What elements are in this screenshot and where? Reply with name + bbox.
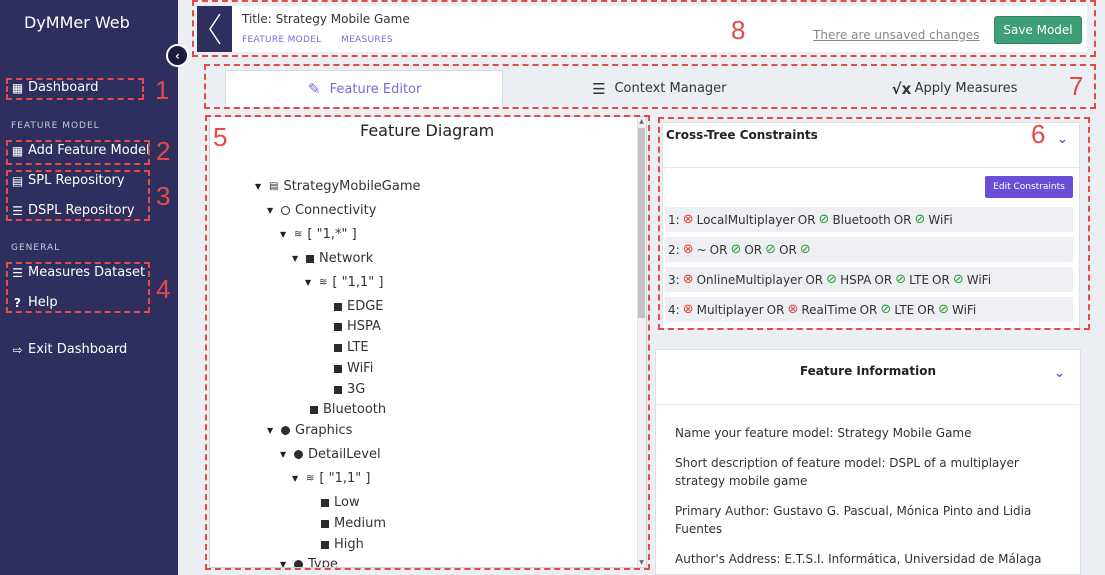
annotation-box bbox=[204, 64, 1096, 109]
annotation-box bbox=[6, 140, 150, 165]
feature-information-title: Feature Information bbox=[799, 364, 937, 378]
divider bbox=[656, 404, 1080, 405]
annotation-number: 4 bbox=[156, 274, 171, 304]
section-general: GENERAL bbox=[11, 243, 61, 253]
annotation-box bbox=[192, 0, 1096, 57]
annotation-number: 5 bbox=[213, 122, 228, 152]
chevron-down-icon[interactable]: ⌄ bbox=[1054, 366, 1065, 381]
annotation-number: 6 bbox=[1031, 119, 1046, 149]
sidebar-collapse-button[interactable]: ‹ bbox=[166, 44, 189, 67]
app-brand[interactable]: DyMMer Web bbox=[24, 13, 130, 32]
annotation-box bbox=[6, 78, 144, 100]
info-name: Name your feature model: Strategy Mobile… bbox=[675, 426, 972, 440]
annotation-box bbox=[6, 262, 150, 313]
annotation-number: 8 bbox=[731, 15, 746, 45]
info-author: Primary Author: Gustavo G. Pascual, Móni… bbox=[675, 504, 1032, 536]
annotation-box bbox=[6, 170, 150, 221]
annotation-number: 2 bbox=[156, 136, 171, 166]
sidebar-item-label: Exit Dashboard bbox=[28, 342, 128, 357]
info-description: Short description of feature model: DSPL… bbox=[675, 456, 1019, 488]
annotation-number: 3 bbox=[156, 181, 171, 211]
annotation-box bbox=[658, 117, 1090, 330]
sidebar-item-exit-dashboard[interactable]: ⇨ Exit Dashboard bbox=[10, 342, 127, 357]
section-feature-model: FEATURE MODEL bbox=[11, 121, 100, 131]
annotation-box bbox=[205, 115, 650, 570]
sign-out-icon: ⇨ bbox=[12, 342, 23, 357]
chevron-left-icon: ‹ bbox=[175, 48, 180, 63]
annotation-number: 1 bbox=[155, 75, 170, 105]
info-address: Author's Address: E.T.S.I. Informática, … bbox=[675, 552, 1042, 566]
annotation-number: 7 bbox=[1069, 71, 1084, 101]
feature-information-panel: Feature Information ⌄ Name your feature … bbox=[655, 349, 1081, 575]
